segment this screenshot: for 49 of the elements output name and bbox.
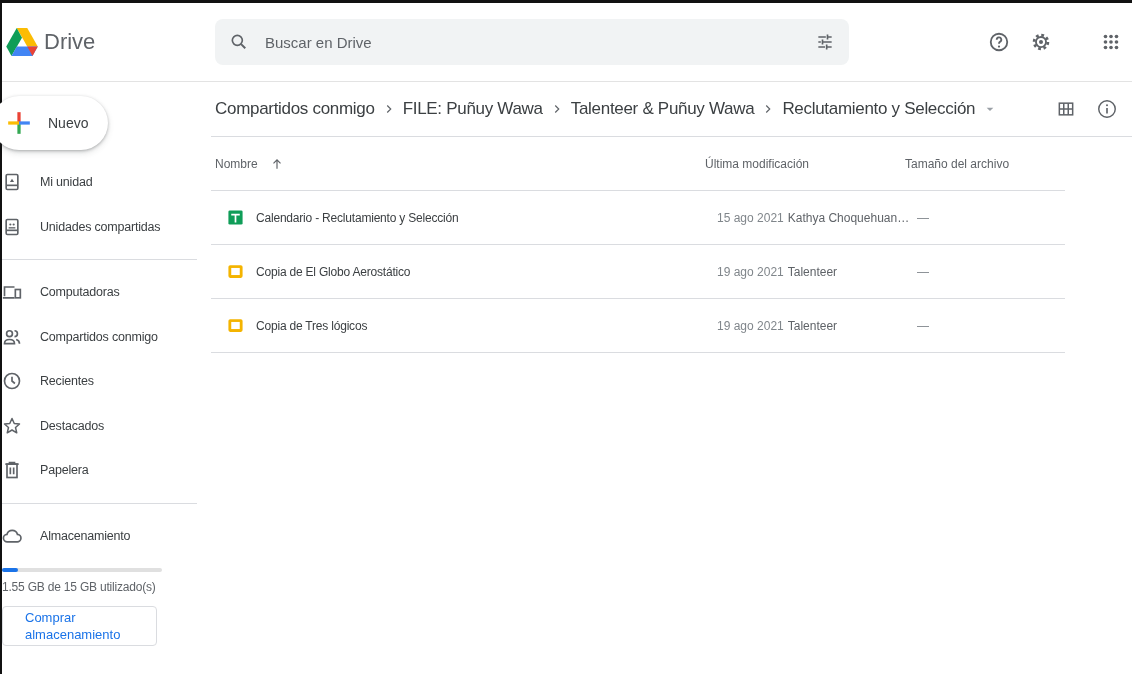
search-input[interactable]: Buscar en Drive	[263, 32, 801, 52]
new-button[interactable]: Nuevo	[0, 96, 108, 150]
file-size: —	[917, 318, 929, 333]
sidebar-item[interactable]: Computadoras	[2, 270, 197, 315]
grid-view-icon[interactable]	[1056, 99, 1076, 119]
breadcrumb-link[interactable]: Compartidos conmigo	[215, 99, 375, 119]
file-size: —	[917, 210, 929, 225]
filter-sliders-icon[interactable]	[815, 32, 835, 52]
buy-storage-button[interactable]: Comprar almacenamiento	[2, 606, 157, 646]
modified-date: 19 ago 2021	[717, 318, 784, 333]
column-header[interactable]: Nombre	[215, 156, 258, 171]
modified-by: Talenteer	[787, 264, 838, 279]
sidebar-item[interactable]: Mi unidad	[2, 160, 197, 205]
help-icon[interactable]	[988, 31, 1010, 53]
file-name[interactable]: Copia de El Globo Aerostático	[256, 264, 411, 279]
plus-icon[interactable]	[6, 110, 32, 136]
sidebar-item[interactable]: Destacados	[2, 403, 197, 448]
star-icon	[2, 415, 22, 436]
storage-usage-text: 1.55 GB de 15 GB utilizado(s)	[2, 580, 157, 594]
presentation-file-icon	[227, 263, 244, 280]
drive-icon	[2, 172, 22, 193]
app-title: Drive	[44, 29, 96, 55]
search-icon[interactable]	[229, 32, 249, 52]
modified-by: Talenteer	[787, 318, 838, 333]
modified-by: Kathya Choquehuan…	[787, 210, 910, 225]
breadcrumb-link[interactable]: Reclutamiento y Selección	[782, 99, 976, 119]
file-name[interactable]: Calendario - Reclutamiento y Selección	[256, 210, 459, 225]
sidebar-item[interactable]: Compartidos conmigo	[2, 314, 197, 359]
column-header[interactable]: Última modificación	[705, 156, 810, 171]
breadcrumb-link[interactable]: Talenteer & Puñuy Wawa	[570, 99, 755, 119]
trash-icon	[2, 460, 22, 481]
presentation-file-icon	[227, 317, 244, 334]
search-bar[interactable]: Buscar en Drive	[215, 19, 849, 65]
sidebar-item[interactable]: Recientes	[2, 359, 197, 404]
spreadsheet-file-icon	[227, 209, 244, 226]
sidebar-item[interactable]: Papelera	[2, 448, 197, 493]
info-icon[interactable]	[1096, 98, 1118, 120]
settings-icon[interactable]	[1030, 31, 1052, 53]
breadcrumb-link[interactable]: FILE: Puñuy Wawa	[402, 99, 543, 119]
sidebar-item[interactable]: Unidades compartidas	[2, 204, 197, 249]
file-size: —	[917, 264, 929, 279]
sidebar-item[interactable]: Almacenamiento	[2, 513, 197, 558]
modified-date: 19 ago 2021	[717, 264, 784, 279]
modified-date: 15 ago 2021	[717, 210, 784, 225]
file-name[interactable]: Copia de Tres lógicos	[256, 318, 368, 333]
shared-drive-icon	[2, 216, 22, 237]
clock-icon	[2, 371, 22, 392]
column-header[interactable]: Tamaño del archivo	[905, 156, 1010, 171]
drive-logo-icon	[6, 28, 38, 56]
